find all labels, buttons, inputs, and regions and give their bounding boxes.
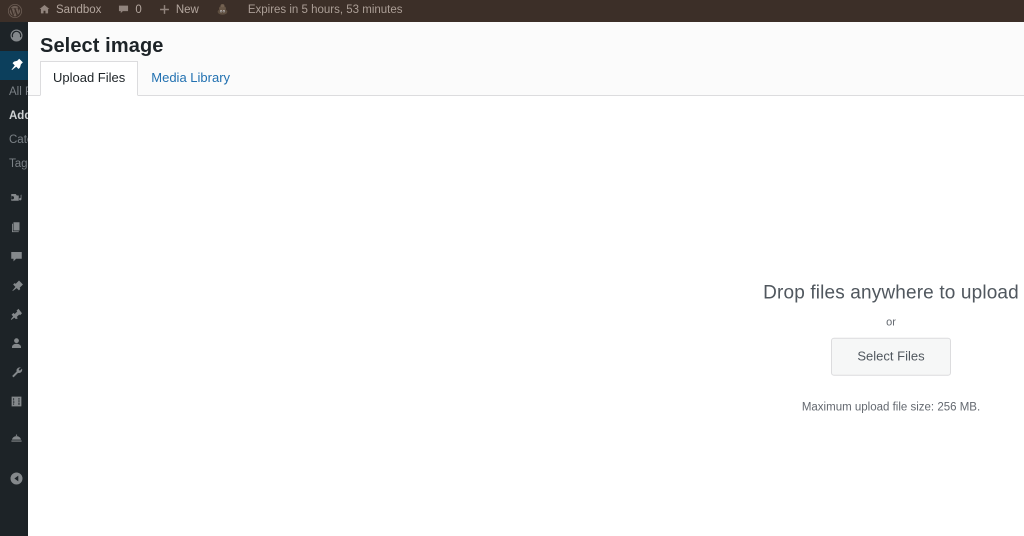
media-modal: Select image Upload Files Media Library …	[28, 22, 1024, 536]
dashboard-gauge-icon	[6, 28, 26, 45]
pages-document-icon	[6, 220, 26, 237]
user-icon	[6, 336, 26, 353]
site-name-menu[interactable]: Sandbox	[30, 0, 109, 22]
settings-sliders-icon	[6, 394, 26, 411]
collapse-arrow-icon	[6, 471, 26, 488]
wordpress-logo-icon[interactable]	[0, 0, 30, 22]
new-content-menu[interactable]: New	[150, 0, 207, 22]
expiry-notice: Expires in 5 hours, 53 minutes	[238, 0, 411, 22]
media-camera-icon	[6, 191, 26, 208]
wordpress-admin-screen: Dashboard Posts All Posts Add New Catego…	[0, 0, 1024, 536]
max-upload-size-text: Maximum upload file size: 256 MB.	[801, 401, 981, 414]
user-account-menu[interactable]	[207, 0, 238, 22]
uploader-inline-content: Drop files anywhere to upload or Select …	[681, 283, 1024, 414]
new-content-label: New	[175, 4, 199, 17]
comments-menu[interactable]: 0	[109, 0, 149, 22]
wrench-icon	[6, 365, 26, 382]
drop-instructions-text: Drop files anywhere to upload	[763, 282, 1019, 304]
wp-admin-bar: Sandbox 0 New Expires in 5 hours, 53 min…	[0, 0, 1024, 22]
home-icon	[38, 3, 51, 20]
media-modal-header: Select image Upload Files Media Library	[28, 22, 1024, 96]
uploader-dropzone[interactable]: Drop files anywhere to upload or Select …	[28, 96, 1024, 536]
select-files-button[interactable]: Select Files	[831, 337, 951, 376]
expiry-label: Expires in 5 hours, 53 minutes	[247, 4, 403, 17]
pushpin-icon	[6, 57, 26, 74]
hosting-dome-icon	[6, 432, 26, 449]
comment-bubble-icon	[6, 249, 26, 266]
comments-count-label: 0	[135, 4, 142, 17]
drop-or-label: or	[886, 316, 896, 329]
paintbrush-icon	[6, 278, 26, 295]
tab-upload-files[interactable]: Upload Files	[40, 61, 139, 96]
tab-media-library[interactable]: Media Library	[138, 61, 243, 96]
tab-label: Media Library	[151, 70, 231, 86]
media-router-tabs: Upload Files Media Library	[40, 61, 243, 96]
plus-icon	[158, 3, 171, 20]
tab-label: Upload Files	[53, 70, 126, 86]
site-name-label: Sandbox	[56, 4, 102, 17]
media-modal-content: Drop files anywhere to upload or Select …	[28, 96, 1024, 536]
avatar-icon	[215, 2, 230, 21]
media-modal-title: Select image	[40, 35, 164, 57]
comment-bubble-icon	[117, 3, 130, 20]
plug-icon	[6, 307, 26, 324]
